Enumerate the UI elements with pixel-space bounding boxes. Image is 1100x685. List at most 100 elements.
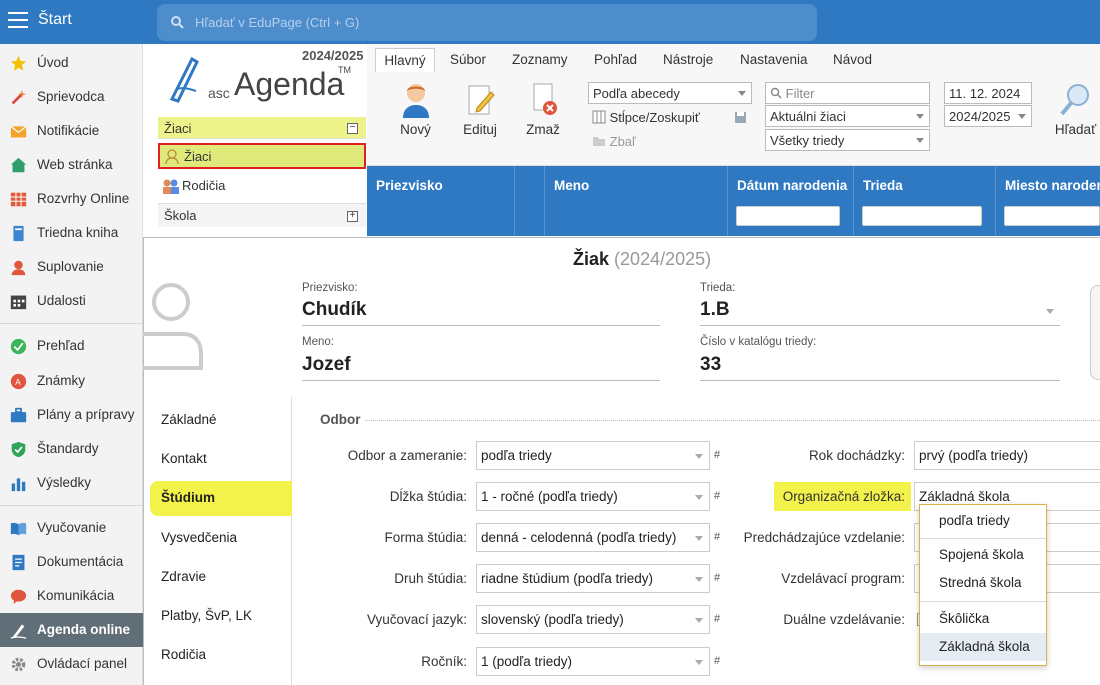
tab-zdravie[interactable]: Zdravie: [161, 569, 206, 584]
druh-select[interactable]: riadne štúdium (podľa triedy): [476, 564, 710, 593]
sidebar-item-uvod[interactable]: Úvod: [0, 46, 143, 80]
section-title: Odbor: [320, 412, 361, 427]
field-label: Organizačná zložka:: [782, 489, 905, 504]
forma-select[interactable]: denná - celodenná (podľa triedy): [476, 523, 710, 552]
column-spacer[interactable]: [515, 166, 545, 236]
sidebar-item-znamky[interactable]: A Známky: [0, 364, 143, 398]
dropdown-option[interactable]: Škôlička: [939, 611, 989, 626]
tab-rodicia[interactable]: Rodičia: [161, 647, 206, 662]
sidebar-item-standardy[interactable]: Štandardy: [0, 432, 143, 466]
home-icon: [10, 157, 27, 173]
sidebar-item-rozvrhy[interactable]: Rozvrhy Online: [0, 182, 143, 216]
tab-navod[interactable]: Návod: [833, 48, 872, 72]
tab-zoznamy[interactable]: Zoznamy: [512, 48, 568, 72]
sidebar-item-triedna-kniha[interactable]: Triedna kniha: [0, 216, 143, 250]
svg-text:A: A: [15, 377, 21, 387]
nav-item-rodicia[interactable]: Rodičia: [158, 174, 366, 198]
class-value[interactable]: 1.B: [700, 299, 730, 321]
name-value[interactable]: Jozef: [302, 354, 351, 376]
tab-zakladne[interactable]: Základné: [161, 412, 217, 427]
tab-pohlad[interactable]: Pohľad: [594, 48, 637, 72]
tab-hlavny[interactable]: Hlavný: [375, 48, 435, 72]
rok-dochadzky-select[interactable]: prvý (podľa triedy): [914, 441, 1100, 470]
classes-select[interactable]: Všetky triedy: [765, 129, 930, 151]
dialog-title: Žiak (2024/2025): [573, 249, 712, 269]
svg-text:TM: TM: [338, 65, 351, 75]
nav-item-ziaci-selected[interactable]: Žiaci: [158, 143, 366, 169]
sidebar-item-agenda-online[interactable]: Agenda online: [0, 613, 143, 647]
svg-text:Agenda: Agenda: [234, 66, 345, 102]
search-button[interactable]: Hľadať: [1053, 82, 1098, 142]
tab-kontakt[interactable]: Kontakt: [161, 451, 207, 466]
sidebar-item-dokumentacia[interactable]: Dokumentácia: [0, 545, 143, 579]
delete-button[interactable]: Zmaž: [522, 82, 564, 142]
collapse-icon[interactable]: −: [347, 123, 358, 134]
sidebar-item-plany[interactable]: Plány a prípravy: [0, 398, 143, 432]
students-select[interactable]: Aktuálni žiaci: [765, 105, 930, 127]
field-label: Druh štúdia:: [394, 571, 467, 586]
field-label: Vzdelávací program:: [781, 571, 905, 586]
column-miesto-narodenia[interactable]: Miesto narodenia: [996, 166, 1100, 236]
filter-input[interactable]: Filter: [765, 82, 930, 104]
year-select[interactable]: 2024/2025: [944, 105, 1032, 127]
sidebar-item-vysledky[interactable]: Výsledky: [0, 466, 143, 500]
menu-icon[interactable]: [8, 12, 28, 28]
column-trieda[interactable]: Trieda: [854, 166, 996, 236]
section-divider: [365, 420, 1100, 421]
delete-icon: [533, 83, 557, 115]
parents-icon: [163, 179, 179, 194]
collapse-button[interactable]: Zbaľ: [592, 134, 636, 149]
dlzka-select[interactable]: 1 - ročné (podľa triedy): [476, 482, 710, 511]
surname-value[interactable]: Chudík: [302, 299, 366, 321]
hash-icon: #: [714, 449, 721, 461]
tab-studium[interactable]: Štúdium: [161, 490, 215, 505]
sidebar-item-vyucovanie[interactable]: Vyučovanie: [0, 511, 143, 545]
tab-platby[interactable]: Platby, ŠvP, LK: [161, 608, 252, 623]
hash-icon: #: [714, 531, 721, 543]
expand-icon[interactable]: +: [347, 211, 358, 222]
tab-nastavenia[interactable]: Nastavenia: [740, 48, 808, 72]
edit-icon: [468, 85, 495, 115]
sidebar-item-sprievodca[interactable]: Sprievodca: [0, 80, 143, 114]
jazyk-select[interactable]: slovenský (podľa triedy): [476, 605, 710, 634]
filter-dropdown[interactable]: [736, 206, 840, 226]
save-icon[interactable]: [734, 111, 747, 124]
column-priezvisko[interactable]: Priezvisko: [367, 166, 515, 236]
nav-section-ziaci[interactable]: Žiaci −: [158, 117, 366, 139]
sort-select[interactable]: Podľa abecedy: [588, 82, 752, 104]
column-datum-narodenia[interactable]: Dátum narodenia: [728, 166, 854, 236]
filter-dropdown[interactable]: [1004, 206, 1100, 226]
new-button[interactable]: Nový: [393, 82, 438, 142]
dropdown-option[interactable]: Stredná škola: [939, 575, 1022, 590]
dropdown-option[interactable]: podľa triedy: [939, 513, 1010, 528]
column-meno[interactable]: Meno: [545, 166, 728, 236]
dropdown-option-label[interactable]: Základná škola: [939, 639, 1030, 654]
odbor-select[interactable]: podľa triedy: [476, 441, 710, 470]
tab-nastroje[interactable]: Nástroje: [663, 48, 713, 72]
tab-vysvedcenia[interactable]: Vysvedčenia: [161, 530, 237, 545]
field-label: Ročník:: [421, 654, 467, 669]
rocnik-select[interactable]: 1 (podľa triedy): [476, 647, 710, 676]
sidebar-item-komunikacia[interactable]: Komunikácia: [0, 579, 143, 613]
chevron-down-icon[interactable]: [1046, 309, 1054, 314]
folder-icon: [593, 137, 605, 146]
field-label: Predchádzajúce vzdelanie:: [743, 530, 905, 545]
sidebar-item-notifikacie[interactable]: Notifikácie: [0, 114, 143, 148]
sidebar-item-prehlad[interactable]: Prehľad: [0, 329, 143, 363]
search-box[interactable]: Hľadať v EduPage (Ctrl + G): [157, 4, 817, 41]
sidebar-item-suplovanie[interactable]: Suplovanie: [0, 250, 143, 284]
sidebar-item-udalosti[interactable]: Udalosti: [0, 284, 143, 318]
app-title[interactable]: Štart: [38, 11, 72, 29]
filter-dropdown[interactable]: [862, 206, 982, 226]
sidebar-item-web[interactable]: Web stránka: [0, 148, 143, 182]
nav-section-skola[interactable]: Škola +: [158, 203, 366, 227]
edit-button[interactable]: Edituj: [459, 82, 501, 142]
date-input[interactable]: 11. 12. 2024: [944, 82, 1032, 104]
field-label: Forma štúdia:: [384, 530, 467, 545]
dropdown-option[interactable]: Spojená škola: [939, 547, 1024, 562]
catalog-value[interactable]: 33: [700, 354, 721, 376]
sidebar-item-ovladaci-panel[interactable]: Ovládací panel: [0, 647, 143, 681]
star-icon: [10, 55, 27, 71]
columns-button[interactable]: Stĺpce/Zoskupiť: [592, 110, 700, 125]
tab-subor[interactable]: Súbor: [450, 48, 486, 72]
